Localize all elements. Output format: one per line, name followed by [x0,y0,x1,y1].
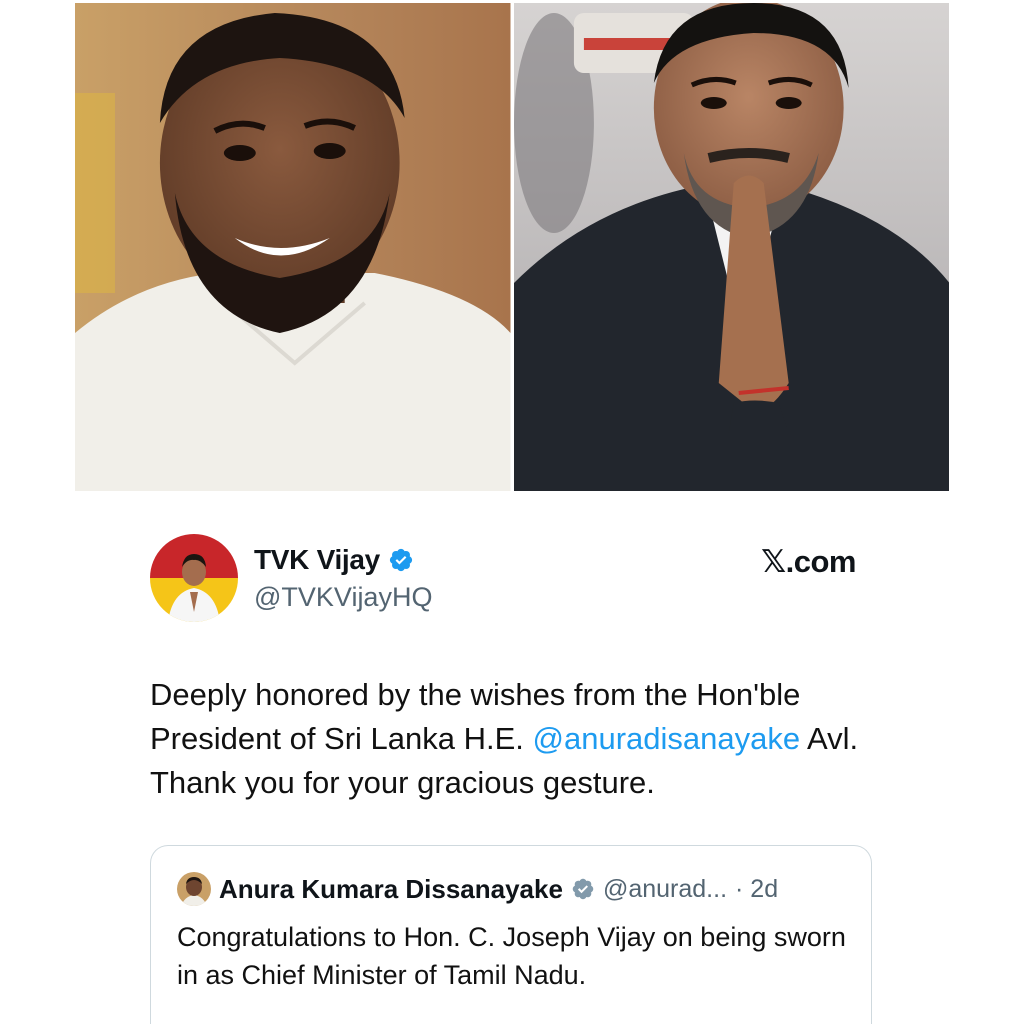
quoted-handle: @anurad... [602,874,728,903]
quoted-tweet-header: Anura Kumara Dissanayake @anurad... · 2d [177,872,778,906]
quoted-tweet[interactable]: Anura Kumara Dissanayake @anurad... · 2d… [150,845,872,1024]
photo-collage [75,3,949,491]
quoted-tweet-text: Congratulations to Hon. C. Joseph Vijay … [177,922,846,990]
quoted-avatar [177,872,211,906]
x-logo-icon: 𝕏.com [761,544,856,579]
photo-anura-kumara-dissanayake [75,3,511,491]
tweet-text: Deeply honored by the wishes from the Ho… [150,673,870,805]
verified-badge-icon [388,547,414,573]
verified-badge-icon [571,877,595,901]
name-row: TVK Vijay [254,544,414,576]
quoted-display-name: Anura Kumara Dissanayake [219,873,563,904]
avatar[interactable] [150,534,238,622]
photo-vijay [513,3,949,491]
tweet-card: TVK Vijay @TVKVijayHQ 𝕏.com Deeply honor… [150,530,872,1024]
mention-link[interactable]: @anuradisanayake [533,721,801,756]
display-name[interactable]: TVK Vijay [254,544,380,576]
quoted-timestamp: · 2d [735,874,779,903]
tweet-header: TVK Vijay @TVKVijayHQ 𝕏.com [150,530,870,622]
handle[interactable]: @TVKVijayHQ [254,582,432,613]
